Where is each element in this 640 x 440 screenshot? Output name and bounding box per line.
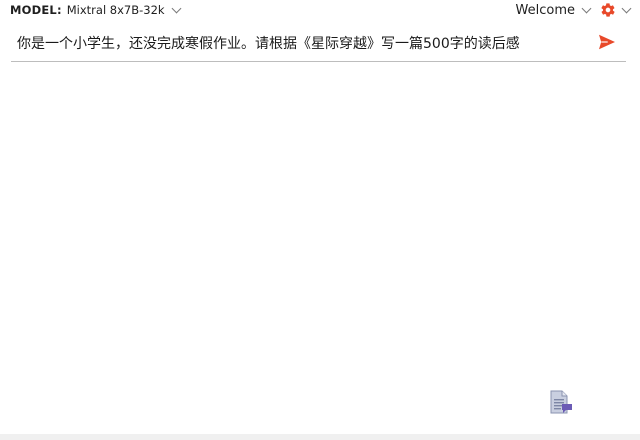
model-label: MODEL: xyxy=(10,3,62,17)
prompt-bar xyxy=(11,27,626,62)
model-selector[interactable]: MODEL: Mixtral 8x7B-32k xyxy=(10,3,182,17)
top-bar: MODEL: Mixtral 8x7B-32k Welcome xyxy=(0,0,640,20)
prompt-input[interactable] xyxy=(11,27,594,58)
chat-area xyxy=(0,64,640,432)
send-button[interactable] xyxy=(594,29,620,55)
document-button[interactable] xyxy=(548,390,574,416)
bottom-scroll-area xyxy=(0,434,640,440)
settings-button[interactable] xyxy=(600,2,632,18)
chevron-down-icon xyxy=(581,3,592,13)
welcome-dropdown[interactable]: Welcome xyxy=(515,2,592,18)
right-controls: Welcome xyxy=(515,2,632,18)
chevron-down-icon xyxy=(621,3,632,13)
document-icon xyxy=(550,390,572,414)
gear-icon xyxy=(600,2,616,18)
model-value: Mixtral 8x7B-32k xyxy=(66,3,165,17)
chevron-down-icon xyxy=(171,3,182,13)
app-window: MODEL: Mixtral 8x7B-32k Welcome xyxy=(0,0,640,440)
welcome-label: Welcome xyxy=(515,2,575,18)
send-icon xyxy=(599,34,615,49)
